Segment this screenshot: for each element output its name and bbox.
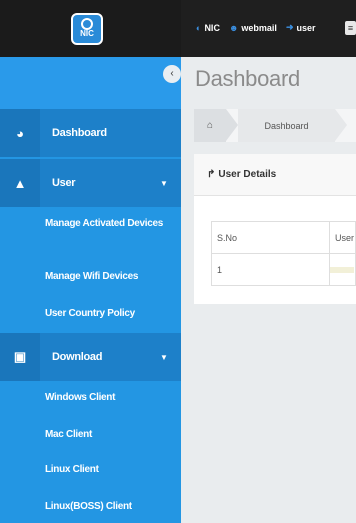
top-navbar: NIC ◐ NIC ☻ webmail ➜ user ≡ xyxy=(0,0,356,57)
user-icon: ▲ xyxy=(0,159,40,207)
sidebar-collapse-bar: ‹ xyxy=(0,57,181,109)
page-title: Dashboard xyxy=(195,66,300,91)
brand-area[interactable]: NIC xyxy=(0,0,181,57)
top-link-nic[interactable]: ◐ NIC xyxy=(196,22,220,33)
submenu-manage-activated-devices[interactable]: Manage Activated Devices xyxy=(45,215,175,232)
panel-title: User Details xyxy=(218,169,277,180)
collapse-sidebar-button[interactable]: ‹ xyxy=(163,65,181,83)
submenu-mac-client[interactable]: Mac Client xyxy=(45,426,175,443)
sidebar: ‹ ◕ Dashboard ▲ User ▼ Manage Activated … xyxy=(0,57,181,523)
table-cell-user xyxy=(329,253,356,286)
top-link-nic-label: NIC xyxy=(204,22,220,33)
top-link-user-label: user xyxy=(296,22,316,33)
submenu-manage-wifi-devices[interactable]: Manage Wifi Devices xyxy=(45,268,175,285)
top-link-webmail[interactable]: ☻ webmail xyxy=(229,22,277,33)
column-header-user: User xyxy=(329,221,356,254)
main-content: Dashboard ⌂ Dashboard ↱ User Details S.N… xyxy=(181,57,356,523)
dashboard-icon: ◕ xyxy=(0,109,40,157)
user-details-table: S.No User 1 xyxy=(211,221,356,286)
submenu-windows-client[interactable]: Windows Client xyxy=(45,389,175,406)
menu-toggle-button[interactable]: ≡ xyxy=(345,21,356,35)
save-icon: ▣ xyxy=(0,333,40,381)
submenu-linux-client[interactable]: Linux Client xyxy=(45,461,175,478)
table-cell-sno: 1 xyxy=(211,253,330,286)
chevron-down-icon: ▼ xyxy=(160,178,168,188)
sidebar-item-dashboard[interactable]: ◕ Dashboard xyxy=(0,109,181,157)
home-icon[interactable]: ⌂ xyxy=(194,109,238,142)
sidebar-item-download[interactable]: ▣ Download ▼ xyxy=(0,333,181,381)
user-group-icon: ☻ xyxy=(228,22,239,33)
globe-icon xyxy=(81,18,93,30)
highlighted-cell-content xyxy=(330,267,354,273)
panel-header: ↱ User Details xyxy=(194,154,356,196)
submenu-linux-boss-client[interactable]: Linux(BOSS) Client xyxy=(45,498,175,515)
breadcrumb: ⌂ Dashboard xyxy=(194,109,356,142)
sidebar-item-label: Download xyxy=(52,351,103,363)
table-header-row: S.No User xyxy=(211,221,356,254)
chevron-down-icon: ▼ xyxy=(160,352,168,362)
sidebar-item-label: User xyxy=(52,177,76,189)
user-details-panel: ↱ User Details S.No User 1 xyxy=(194,154,356,304)
sidebar-item-label: Dashboard xyxy=(52,127,107,139)
sidebar-item-user[interactable]: ▲ User ▼ xyxy=(0,159,181,207)
logo-text: NIC xyxy=(80,29,94,38)
nic-link-icon: ◐ xyxy=(196,22,202,33)
breadcrumb-current: Dashboard xyxy=(238,109,347,142)
share-icon: ↱ xyxy=(207,169,216,180)
top-link-user[interactable]: ➜ user xyxy=(286,22,316,33)
sign-in-icon: ➜ xyxy=(285,22,294,32)
top-link-webmail-label: webmail xyxy=(241,22,277,33)
nic-logo[interactable]: NIC xyxy=(71,13,103,45)
column-header-sno: S.No xyxy=(211,221,330,254)
top-links: ◐ NIC ☻ webmail ➜ user xyxy=(196,22,316,33)
submenu-user-country-policy[interactable]: User Country Policy xyxy=(45,305,175,322)
table-row: 1 xyxy=(211,253,356,286)
